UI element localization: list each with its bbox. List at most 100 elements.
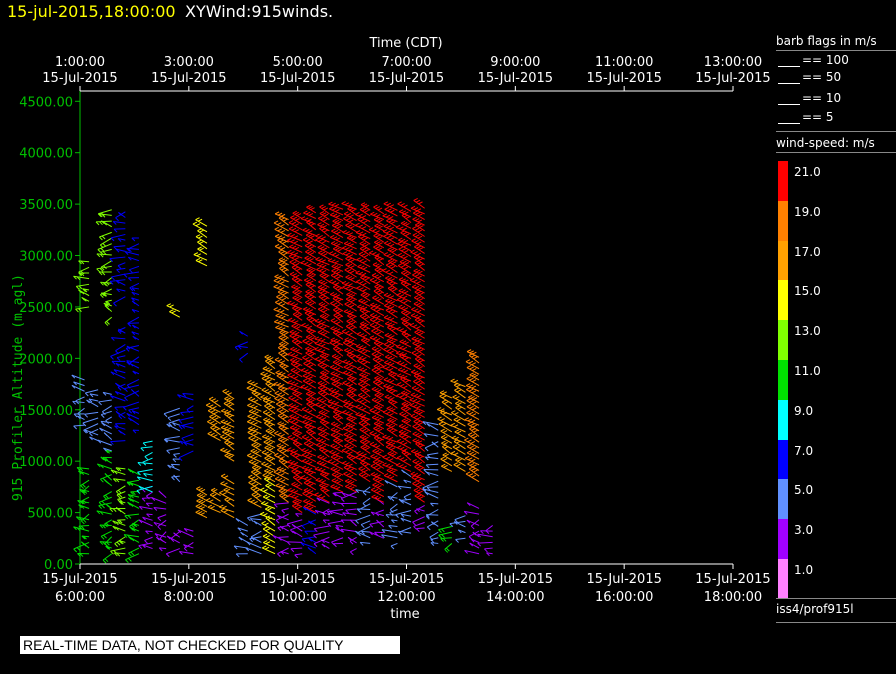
barb-flag <box>280 336 286 340</box>
barb-flag <box>336 356 342 360</box>
barb-flag <box>445 547 450 552</box>
barb-flag <box>252 449 258 453</box>
barb-flag <box>324 490 329 493</box>
barb-shaft <box>265 485 276 492</box>
barb-flag <box>268 413 273 416</box>
barb-flag <box>289 357 295 361</box>
barb-flag <box>348 393 353 397</box>
barb-flag <box>331 381 336 385</box>
barb-flag <box>348 297 353 301</box>
barb-flag <box>337 315 343 319</box>
barb-flag <box>378 258 383 262</box>
barb-flag <box>315 477 320 481</box>
x-tick-date: 15-Jul-2015 <box>478 572 553 587</box>
barb-flag <box>345 274 350 278</box>
barb-flag <box>307 294 312 298</box>
barb-flag <box>317 329 323 333</box>
barb-flag <box>289 425 295 429</box>
barb-shaft <box>375 509 384 514</box>
barb-flag <box>397 201 402 205</box>
barb-flag <box>273 278 279 282</box>
barb-flag <box>371 386 377 390</box>
barb-flag <box>345 371 351 375</box>
barb-flag <box>410 392 416 396</box>
barb-flag <box>472 453 477 457</box>
barb-flag <box>350 424 355 428</box>
barb-flag <box>247 497 252 501</box>
barb-flag <box>385 354 390 358</box>
barb-flag <box>337 362 342 365</box>
barb-shaft <box>287 519 303 525</box>
barb-flag <box>316 323 321 327</box>
barb-flag <box>375 326 381 329</box>
barb-flag <box>402 465 407 469</box>
barb-flag <box>333 372 338 376</box>
barb-flag <box>275 370 280 374</box>
barb-flag <box>320 495 326 499</box>
barb-flag <box>305 374 310 378</box>
barb-flag <box>80 485 85 489</box>
barb-flag <box>390 442 396 446</box>
barb-flag <box>246 453 252 456</box>
barb-shaft <box>303 443 317 451</box>
barb-flag <box>398 277 404 281</box>
barb-flag <box>389 255 395 258</box>
barb-flag <box>399 457 405 461</box>
barb-flag <box>301 367 306 371</box>
barb-flag <box>385 435 391 439</box>
barb-shaft <box>146 491 153 497</box>
barb-shaft <box>301 408 317 417</box>
x-tick-date: 15-Jul-2015 <box>695 572 770 587</box>
barb-flag <box>251 460 256 464</box>
barb-flag <box>337 412 342 416</box>
barb-flag <box>443 441 448 445</box>
barb-shaft <box>277 439 289 447</box>
barb-flag <box>329 291 335 295</box>
barb-shaft <box>247 398 262 407</box>
barb-shaft <box>437 418 453 427</box>
barb-flag <box>250 431 255 435</box>
barb-flag <box>386 230 391 234</box>
barb-flag <box>417 478 422 482</box>
barb-flag <box>100 535 105 540</box>
barb-flag <box>403 369 408 373</box>
barb-flag <box>418 304 423 308</box>
barb-flag <box>277 235 283 239</box>
barb-flag <box>294 257 300 261</box>
barb-flag <box>454 387 459 391</box>
barb-flag <box>100 247 105 252</box>
barb-flag <box>309 302 315 306</box>
barb-flag <box>376 354 382 358</box>
barb-flag <box>199 241 204 245</box>
qc-notice: REAL-TIME DATA, NOT CHECKED FOR QUALITY <box>20 636 400 654</box>
barb-flag <box>253 493 259 497</box>
barb-flag <box>274 357 280 361</box>
barb-flag <box>228 443 233 447</box>
barb-flag <box>307 263 312 267</box>
barb-shaft <box>331 355 344 363</box>
barb-flag <box>344 478 350 482</box>
barb-flag <box>287 300 292 304</box>
barb-flag <box>335 367 341 371</box>
barb-shaft <box>350 548 357 553</box>
barb-legend-label: == 5 <box>802 110 834 124</box>
barb-flag <box>468 457 473 461</box>
barb-flag <box>253 422 258 426</box>
barb-shaft <box>345 224 357 233</box>
barb-flag <box>319 263 324 267</box>
barb-flag <box>414 493 420 497</box>
barb-flag <box>264 468 269 472</box>
barb-flag <box>359 452 364 456</box>
barb-flag <box>376 400 382 404</box>
barb-flag <box>315 233 320 237</box>
barb-flag <box>293 483 299 487</box>
barb-flag <box>348 417 354 421</box>
barb-flag <box>220 481 225 485</box>
barb-flag <box>280 247 286 250</box>
barb-shaft <box>137 468 153 473</box>
barb-flag <box>396 360 402 364</box>
barb-flag <box>316 267 321 271</box>
barb-flag <box>402 227 407 231</box>
barb-shaft <box>453 464 466 472</box>
barb-flag <box>342 370 348 374</box>
